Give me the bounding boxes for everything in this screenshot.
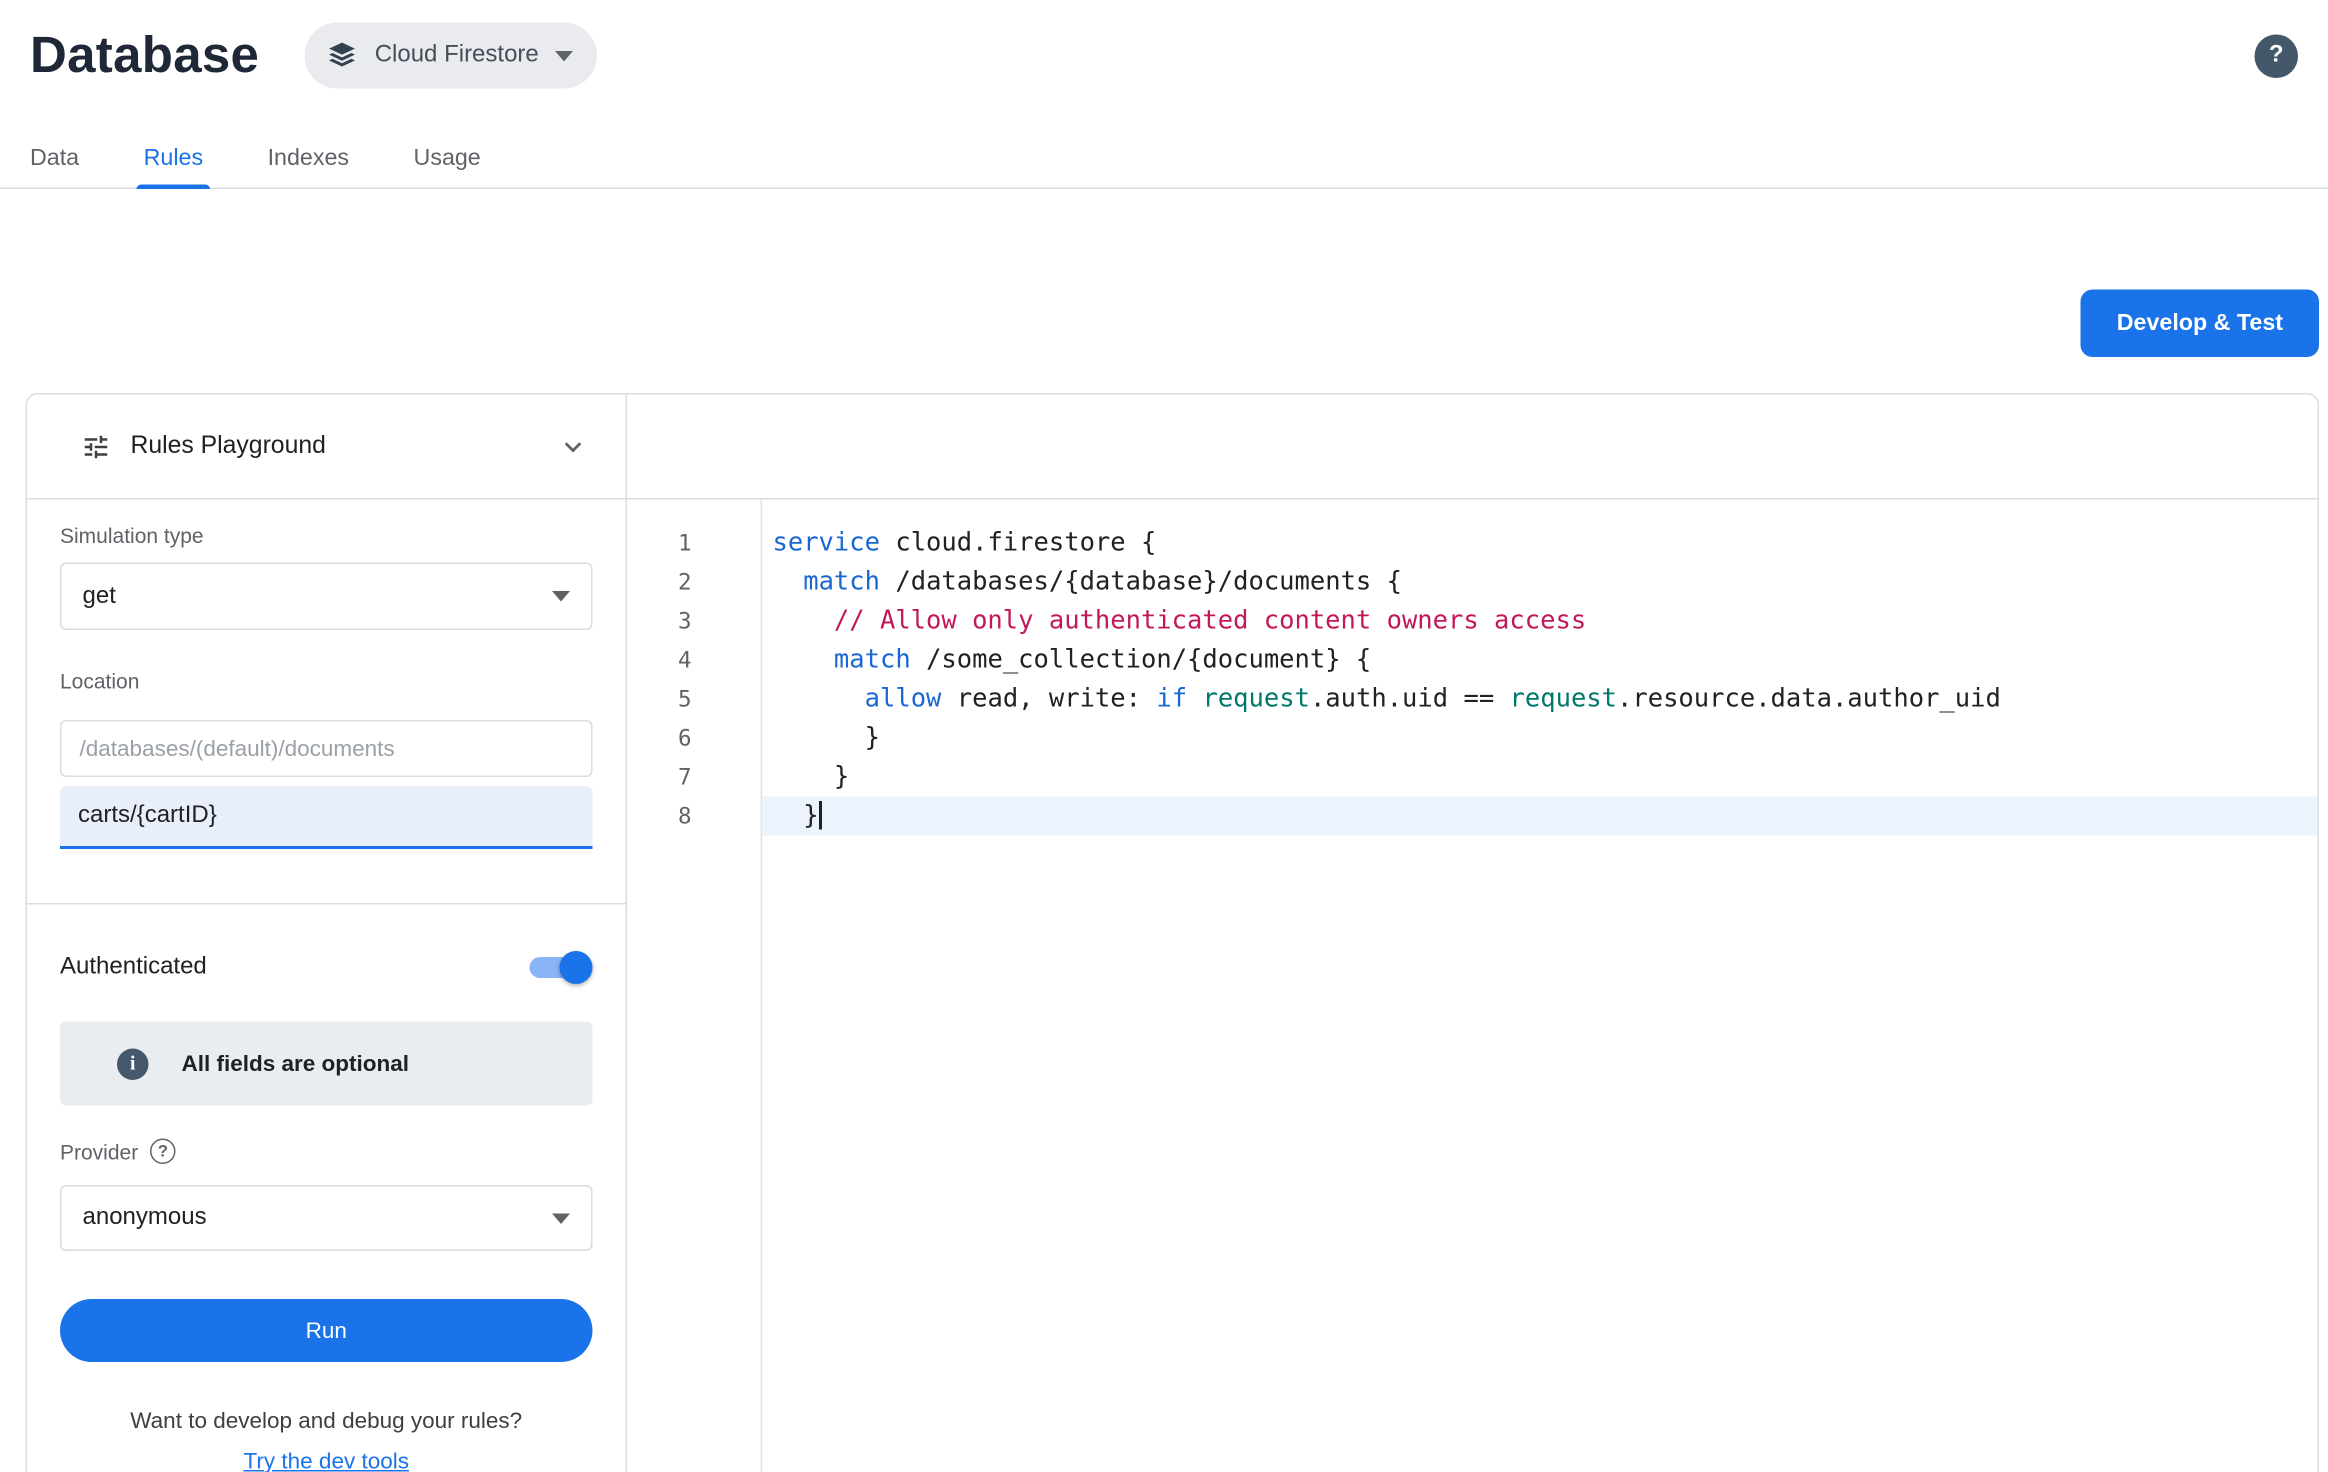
card-body: Simulation type get Location Authenticat…	[27, 500, 2318, 1472]
code-line[interactable]: service cloud.firestore {	[762, 524, 2318, 563]
provider-help-icon[interactable]: ?	[150, 1139, 176, 1165]
code-line[interactable]: }	[762, 797, 2318, 836]
rules-playground-header[interactable]: Rules Playground	[27, 395, 627, 499]
line-numbers: 12345678	[627, 500, 762, 1472]
line-number: 3	[627, 602, 692, 641]
location-label: Location	[60, 669, 593, 693]
dropdown-caret-icon	[552, 591, 570, 602]
provider-value: anonymous	[83, 1205, 207, 1232]
code-line[interactable]: allow read, write: if request.auth.uid =…	[762, 680, 2318, 719]
firestore-icon	[325, 39, 358, 72]
line-number: 6	[627, 719, 692, 758]
line-number: 4	[627, 641, 692, 680]
authenticated-label: Authenticated	[60, 954, 207, 981]
code-line[interactable]: match /some_collection/{document} {	[762, 641, 2318, 680]
line-number: 8	[627, 797, 692, 836]
provider-label: Provider	[60, 1139, 138, 1163]
code-line[interactable]: }	[762, 719, 2318, 758]
tune-icon	[81, 431, 111, 461]
rules-editor: 12345678 service cloud.firestore { match…	[627, 500, 2318, 1472]
authenticated-toggle[interactable]	[521, 950, 593, 986]
dropdown-caret-icon	[552, 1213, 570, 1224]
simulation-type-value: get	[83, 583, 116, 610]
rules-card: Rules Playground Simulation type get	[26, 393, 2320, 1472]
actions-row: Develop & Test	[0, 189, 2328, 357]
code-line[interactable]: match /databases/{database}/documents {	[762, 563, 2318, 602]
line-number: 7	[627, 758, 692, 797]
text-cursor	[819, 801, 822, 830]
simulation-type-label: Simulation type	[60, 524, 593, 548]
simulation-type-select[interactable]: get	[60, 563, 593, 631]
firebase-database-page: Database Cloud Firestore ? Data Rules In…	[0, 0, 2328, 1472]
dev-tools-link[interactable]: Try the dev tools	[27, 1449, 626, 1472]
tab-usage[interactable]: Usage	[414, 129, 481, 188]
dev-tools-text: Want to develop and debug your rules?	[27, 1407, 626, 1437]
location-base-input[interactable]	[60, 720, 593, 777]
line-number: 2	[627, 563, 692, 602]
authenticated-row: Authenticated	[27, 950, 626, 986]
toggle-thumb	[560, 951, 593, 984]
page-header: Database Cloud Firestore ?	[0, 0, 2328, 93]
code-area[interactable]: service cloud.firestore { match /databas…	[762, 500, 2318, 1472]
collapse-chevron-icon[interactable]	[557, 430, 590, 463]
tab-data[interactable]: Data	[30, 129, 79, 188]
code-line[interactable]: // Allow only authenticated content owne…	[762, 602, 2318, 641]
provider-row: Provider ?	[60, 1139, 593, 1165]
develop-test-button[interactable]: Develop & Test	[2081, 290, 2319, 358]
product-selector[interactable]: Cloud Firestore	[304, 23, 597, 89]
line-number: 1	[627, 524, 692, 563]
question-icon: ?	[2269, 42, 2284, 69]
code-line[interactable]: }	[762, 758, 2318, 797]
card-header: Rules Playground	[27, 395, 2318, 500]
rules-playground-panel: Simulation type get Location Authenticat…	[27, 500, 627, 1472]
panel-divider	[27, 903, 626, 905]
line-number: 5	[627, 680, 692, 719]
page-title: Database	[30, 26, 259, 85]
info-banner-text: All fields are optional	[182, 1051, 410, 1077]
tab-rules[interactable]: Rules	[144, 129, 203, 188]
info-banner: i All fields are optional	[60, 1022, 593, 1106]
rules-playground-title: Rules Playground	[131, 432, 326, 461]
run-button[interactable]: Run	[60, 1299, 593, 1362]
tab-indexes[interactable]: Indexes	[268, 129, 349, 188]
location-segment-input[interactable]	[60, 786, 593, 849]
chevron-down-icon	[555, 50, 573, 61]
editor-toolbar	[627, 395, 2318, 499]
product-selector-label: Cloud Firestore	[375, 42, 539, 69]
help-button[interactable]: ?	[2255, 34, 2299, 78]
tab-bar: Data Rules Indexes Usage	[0, 129, 2328, 189]
info-icon: i	[117, 1048, 149, 1080]
provider-select[interactable]: anonymous	[60, 1185, 593, 1251]
